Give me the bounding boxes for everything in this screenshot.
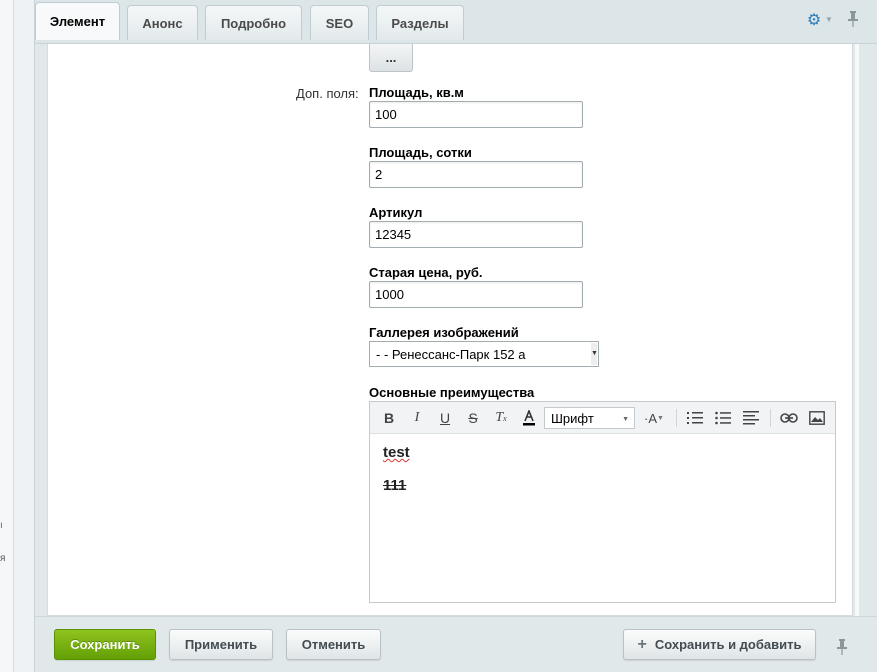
gear-icon[interactable]: ⚙: [805, 12, 823, 30]
ordered-list-icon[interactable]: [684, 407, 706, 429]
apply-button[interactable]: Применить: [169, 629, 273, 660]
tab-announce[interactable]: Анонс: [127, 5, 198, 40]
rich-text-editor: B I U S Tx Шрифт ▼ ·A ▼ test 111: [369, 401, 836, 603]
font-family-value: Шрифт: [551, 411, 594, 426]
image-icon[interactable]: [806, 407, 828, 429]
bullet-list-icon[interactable]: [712, 407, 734, 429]
toolbar-divider: [676, 409, 677, 427]
save-button[interactable]: Сохранить: [54, 629, 156, 660]
save-and-add-label: Сохранить и добавить: [654, 637, 802, 652]
editor-line: 111: [383, 477, 407, 494]
toolbar-divider: [770, 409, 771, 427]
editor-content[interactable]: test 111: [383, 444, 410, 510]
underline-icon[interactable]: U: [434, 407, 456, 429]
chevron-down-icon[interactable]: ▼: [825, 15, 833, 24]
editor-toolbar: B I U S Tx Шрифт ▼ ·A ▼: [370, 402, 835, 434]
select-arrow-icon: ▼: [591, 343, 598, 365]
clear-format-icon[interactable]: Tx: [490, 407, 512, 429]
area-sqm-input[interactable]: [369, 101, 583, 128]
align-icon[interactable]: [740, 407, 762, 429]
cancel-button[interactable]: Отменить: [286, 629, 381, 660]
left-edge-mark: я: [0, 553, 6, 564]
content-right-border: [854, 44, 859, 616]
left-sidebar-edge: ı я: [0, 0, 14, 672]
tab-element[interactable]: Элемент: [35, 2, 120, 40]
element-edit-panel: Элемент Анонс Подробно SEO Разделы ⚙ ▼ .…: [34, 0, 877, 672]
extra-fields-label: Доп. поля:: [296, 86, 359, 101]
tab-seo[interactable]: SEO: [310, 5, 369, 40]
font-family-select[interactable]: Шрифт ▼: [544, 407, 635, 429]
tab-details[interactable]: Подробно: [205, 5, 302, 40]
form-footer: Сохранить Применить Отменить + Сохранить…: [35, 616, 877, 672]
gallery-select[interactable]: - - Ренессанс-Парк 152 а ▼: [369, 341, 599, 367]
sku-input[interactable]: [369, 221, 583, 248]
field-title-gallery: Галлерея изображений: [369, 325, 519, 340]
save-and-add-button[interactable]: + Сохранить и добавить: [623, 629, 816, 660]
field-title-old-price: Старая цена, руб.: [369, 265, 483, 280]
tabs-bar: Элемент Анонс Подробно SEO Разделы ⚙ ▼: [35, 0, 877, 44]
field-title-area-sqm: Площадь, кв.м: [369, 85, 464, 100]
plus-icon: +: [637, 635, 647, 653]
area-sotki-input[interactable]: [369, 161, 583, 188]
editor-line: test: [383, 444, 410, 461]
strikethrough-icon[interactable]: S: [462, 407, 484, 429]
pin-icon[interactable]: [836, 639, 848, 658]
font-color-icon[interactable]: [518, 407, 540, 429]
italic-icon[interactable]: I: [406, 407, 428, 429]
form-content: ... Доп. поля: Площадь, кв.м Площадь, со…: [47, 44, 853, 616]
chevron-down-icon: ▼: [622, 416, 629, 423]
gallery-selected-value: - - Ренессанс-Парк 152 а: [376, 347, 526, 362]
link-icon[interactable]: [778, 407, 800, 429]
font-size-icon[interactable]: ·A ▼: [641, 407, 667, 429]
more-button[interactable]: ...: [369, 44, 413, 72]
tab-sections[interactable]: Разделы: [376, 5, 464, 40]
bold-icon[interactable]: B: [378, 407, 400, 429]
left-edge-mark: ı: [0, 520, 3, 531]
field-title-advantages: Основные преимущества: [369, 385, 535, 400]
field-title-area-sotki: Площадь, сотки: [369, 145, 472, 160]
old-price-input[interactable]: [369, 281, 583, 308]
field-title-sku: Артикул: [369, 205, 423, 220]
pin-icon[interactable]: [847, 11, 859, 30]
